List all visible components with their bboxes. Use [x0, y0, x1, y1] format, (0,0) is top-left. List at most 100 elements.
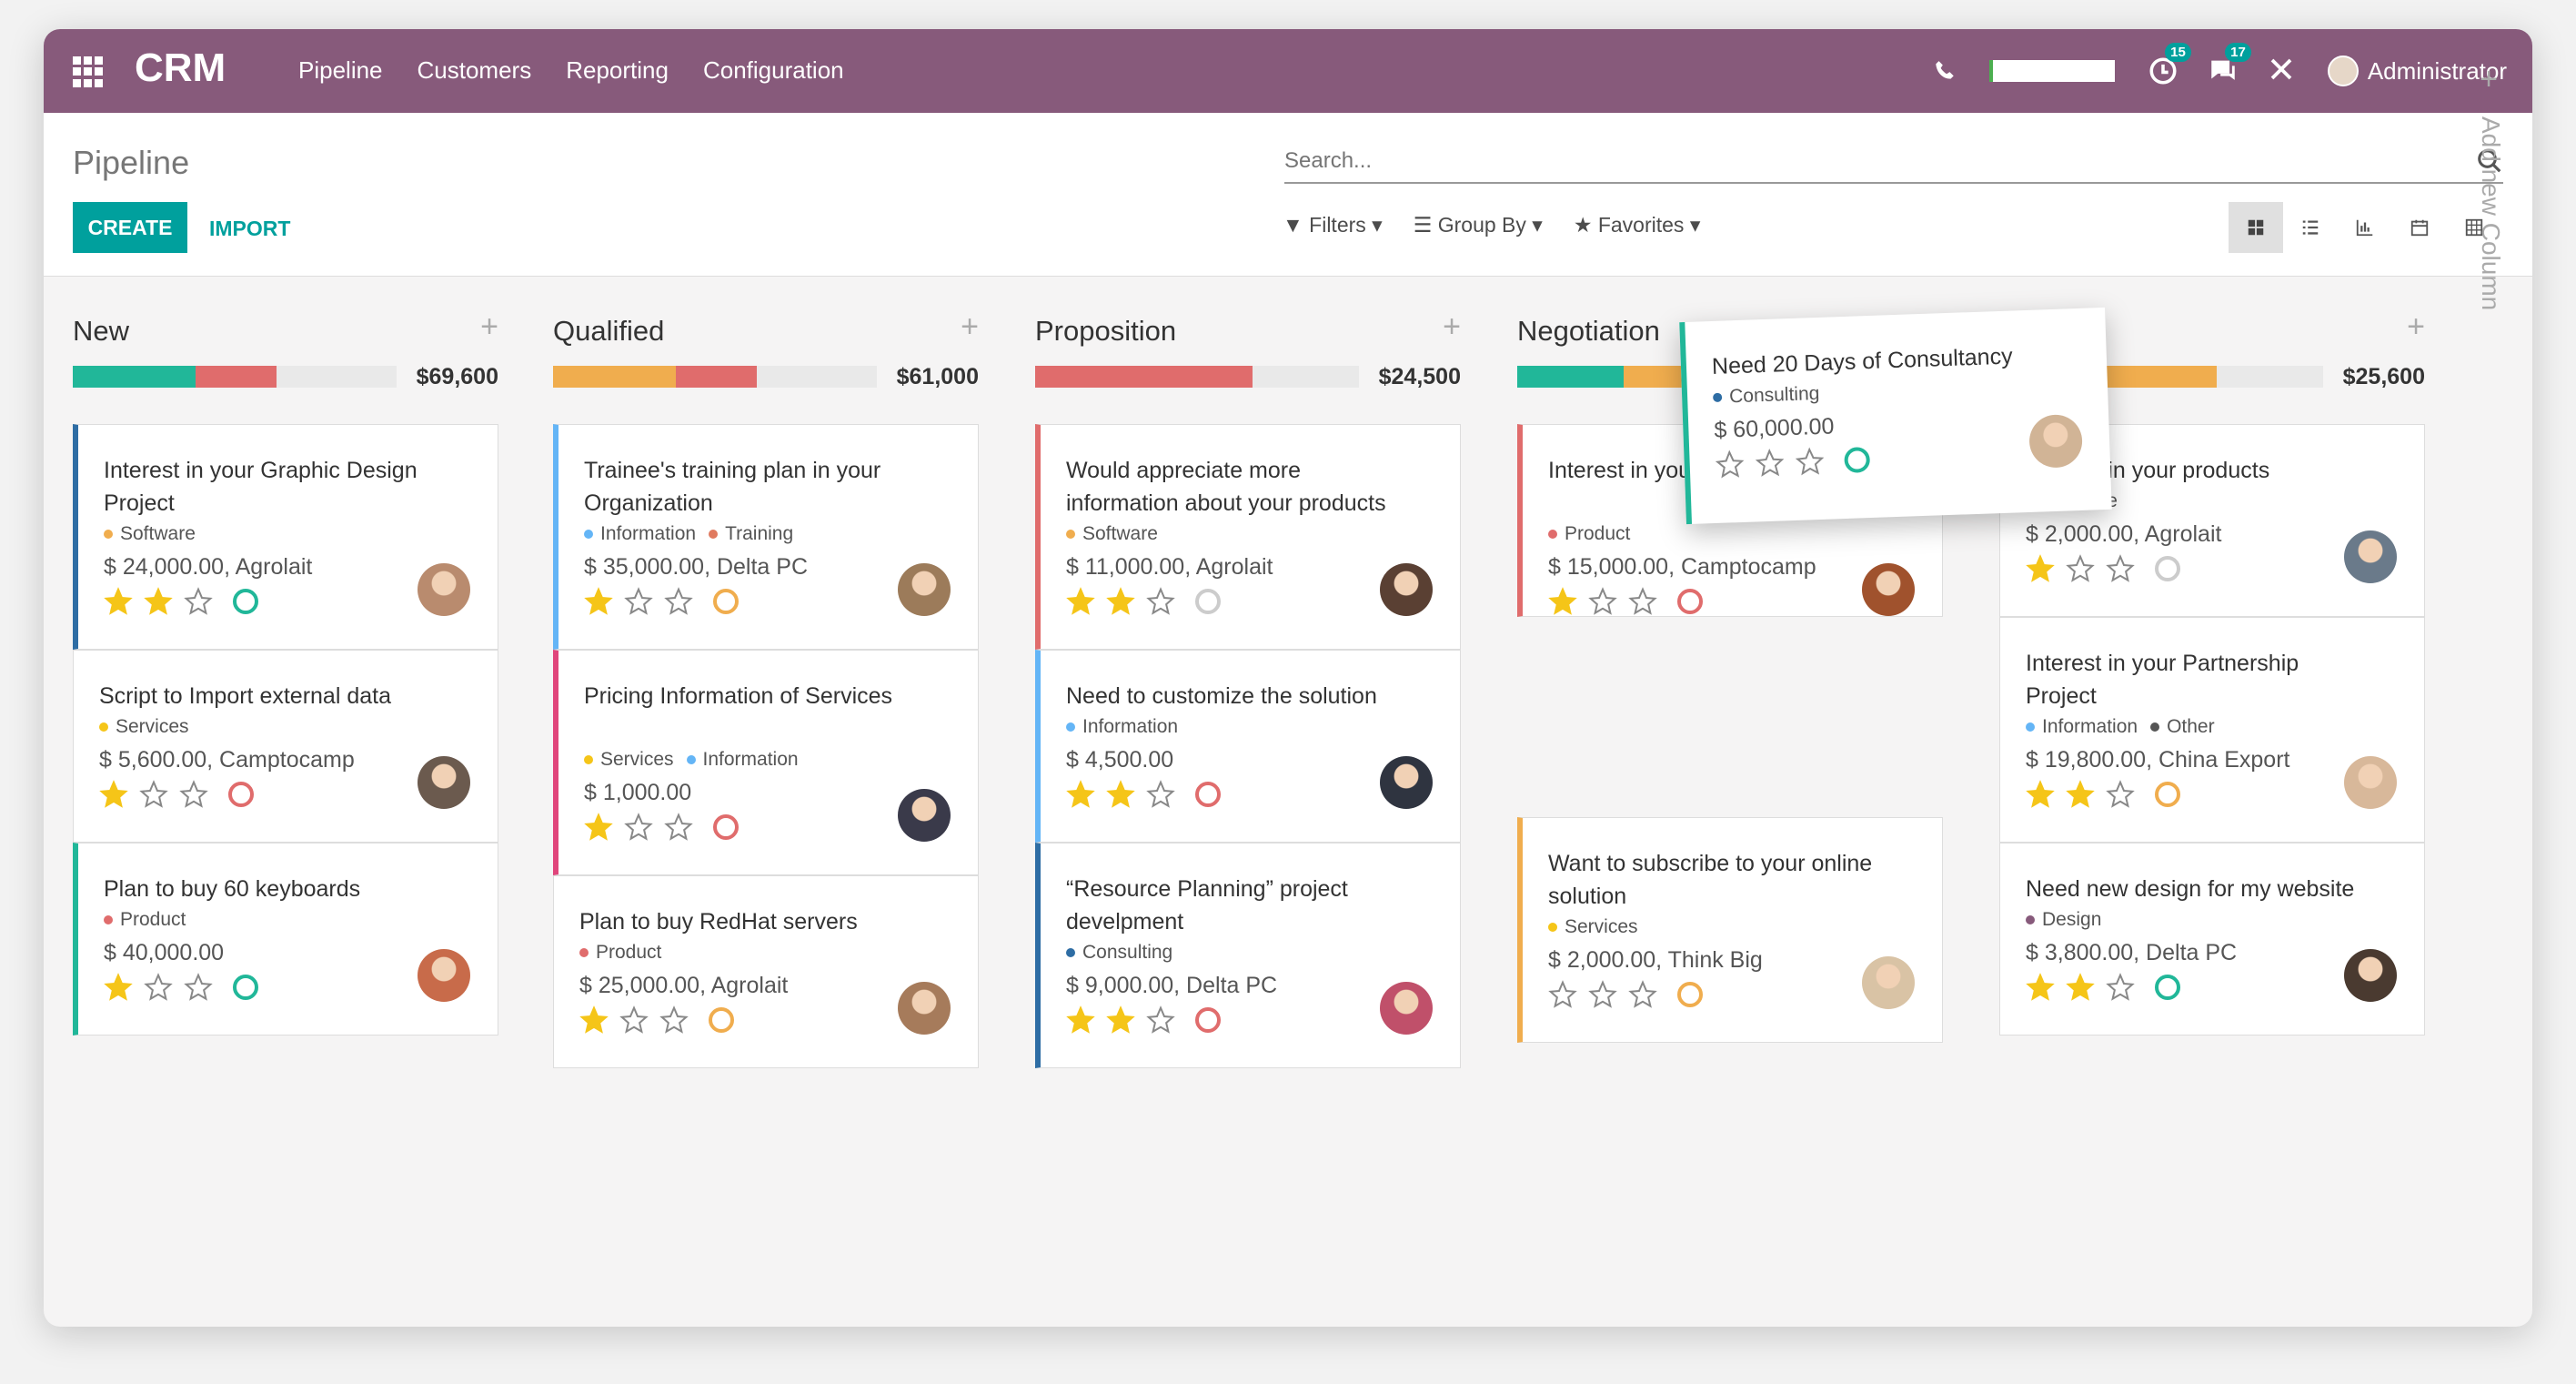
- app-brand[interactable]: CRM: [135, 45, 226, 91]
- add-column-button[interactable]: + Add new Column: [2470, 62, 2507, 335]
- progress-segment[interactable]: [676, 366, 758, 388]
- star-filled-icon[interactable]: [2026, 780, 2055, 809]
- quick-create-icon[interactable]: +: [480, 309, 498, 345]
- star-empty-icon[interactable]: [1628, 587, 1657, 616]
- opportunity-card[interactable]: Need new design for my website Design $ 3,…: [1999, 843, 2425, 1035]
- star-empty-icon[interactable]: [1146, 1005, 1175, 1035]
- activity-clock-icon[interactable]: [2155, 975, 2180, 1000]
- opportunity-card[interactable]: Trainee's training plan in your Organiza…: [553, 424, 979, 650]
- column-title[interactable]: Negotiation: [1517, 315, 1660, 348]
- opportunity-card[interactable]: Need to customize the solution Informatio…: [1035, 650, 1461, 843]
- star-filled-icon[interactable]: [584, 813, 613, 842]
- star-filled-icon[interactable]: [1548, 587, 1577, 616]
- star-filled-icon[interactable]: [144, 587, 173, 616]
- star-empty-icon[interactable]: [624, 587, 653, 616]
- opportunity-card[interactable]: “Resource Planning” project develpment Co…: [1035, 843, 1461, 1068]
- user-avatar[interactable]: [2327, 56, 2359, 86]
- star-empty-icon[interactable]: [1755, 448, 1785, 478]
- quick-create-icon[interactable]: +: [1443, 309, 1461, 345]
- star-empty-icon[interactable]: [624, 813, 653, 842]
- progress-segment[interactable]: [553, 366, 677, 388]
- activity-clock-icon[interactable]: [1195, 589, 1221, 614]
- star-empty-icon[interactable]: [1548, 980, 1577, 1009]
- star-filled-icon[interactable]: [1066, 1005, 1095, 1035]
- star-empty-icon[interactable]: [184, 587, 213, 616]
- star-filled-icon[interactable]: [99, 780, 128, 809]
- list-view-button[interactable]: [2283, 202, 2338, 253]
- progress-segment[interactable]: [1517, 366, 1625, 388]
- column-title[interactable]: Qualified: [553, 315, 664, 348]
- star-empty-icon[interactable]: [664, 813, 693, 842]
- column-progress-bar[interactable]: [73, 366, 397, 388]
- column-progress-bar[interactable]: [1035, 366, 1359, 388]
- star-empty-icon[interactable]: [1715, 450, 1745, 480]
- search-input[interactable]: [1284, 144, 2449, 178]
- progress-segment[interactable]: [1035, 366, 1253, 388]
- star-empty-icon[interactable]: [659, 1005, 689, 1035]
- debug-tools-button[interactable]: [2268, 56, 2299, 86]
- star-filled-icon[interactable]: [584, 587, 613, 616]
- star-empty-icon[interactable]: [1146, 587, 1175, 616]
- star-filled-icon[interactable]: [2026, 554, 2055, 583]
- star-filled-icon[interactable]: [104, 973, 133, 1002]
- star-filled-icon[interactable]: [1066, 780, 1095, 809]
- star-empty-icon[interactable]: [1146, 780, 1175, 809]
- activity-clock-icon[interactable]: [1844, 447, 1871, 473]
- opportunity-card[interactable]: Plan to buy RedHat servers Product $ 25,00…: [553, 875, 979, 1068]
- star-filled-icon[interactable]: [2066, 973, 2095, 1002]
- phone-icon[interactable]: [1933, 59, 1957, 83]
- activity-clock-icon[interactable]: [2155, 556, 2180, 581]
- star-empty-icon[interactable]: [2066, 554, 2095, 583]
- star-empty-icon[interactable]: [664, 587, 693, 616]
- import-button[interactable]: IMPORT: [209, 217, 290, 241]
- progress-segment[interactable]: [2106, 366, 2217, 388]
- opportunity-card[interactable]: Want to subscribe to your online solutio…: [1517, 817, 1943, 1043]
- opportunity-card[interactable]: Interest in your Graphic Design Project S…: [73, 424, 498, 650]
- star-filled-icon[interactable]: [2066, 780, 2095, 809]
- column-title[interactable]: New: [73, 315, 129, 348]
- star-empty-icon[interactable]: [144, 973, 173, 1002]
- star-filled-icon[interactable]: [1106, 780, 1135, 809]
- star-empty-icon[interactable]: [1795, 447, 1825, 477]
- favorites-dropdown[interactable]: ★ Favorites ▾: [1574, 213, 1701, 237]
- activity-clock-icon[interactable]: [1677, 589, 1703, 614]
- menu-item-pipeline[interactable]: Pipeline: [298, 56, 383, 85]
- calendar-view-button[interactable]: [2392, 202, 2447, 253]
- activity-button[interactable]: 15: [2148, 43, 2191, 86]
- filters-dropdown[interactable]: ▼ Filters ▾: [1283, 213, 1383, 237]
- star-filled-icon[interactable]: [104, 587, 133, 616]
- apps-menu-icon[interactable]: [73, 56, 104, 87]
- star-empty-icon[interactable]: [1628, 980, 1657, 1009]
- activity-clock-icon[interactable]: [1195, 1007, 1221, 1033]
- star-empty-icon[interactable]: [2106, 973, 2135, 1002]
- activity-clock-icon[interactable]: [713, 814, 739, 840]
- star-empty-icon[interactable]: [619, 1005, 649, 1035]
- star-empty-icon[interactable]: [184, 973, 213, 1002]
- activity-clock-icon[interactable]: [2155, 782, 2180, 807]
- column-title[interactable]: Proposition: [1035, 315, 1176, 348]
- menu-item-reporting[interactable]: Reporting: [566, 56, 669, 85]
- activity-clock-icon[interactable]: [709, 1007, 734, 1033]
- star-empty-icon[interactable]: [1588, 587, 1617, 616]
- kanban-view-button[interactable]: [2229, 202, 2283, 253]
- star-filled-icon[interactable]: [2026, 973, 2055, 1002]
- quick-create-icon[interactable]: +: [961, 309, 979, 345]
- menu-item-customers[interactable]: Customers: [418, 56, 532, 85]
- star-empty-icon[interactable]: [1588, 980, 1617, 1009]
- groupby-dropdown[interactable]: ☰ Group By ▾: [1414, 213, 1543, 237]
- star-empty-icon[interactable]: [2106, 554, 2135, 583]
- column-progress-bar[interactable]: [553, 366, 877, 388]
- create-button[interactable]: CREATE: [73, 202, 187, 253]
- opportunity-card[interactable]: Script to Import external data Services $ …: [73, 650, 498, 843]
- star-empty-icon[interactable]: [179, 780, 208, 809]
- activity-clock-icon[interactable]: [1677, 982, 1703, 1007]
- opportunity-card[interactable]: Plan to buy 60 keyboards Product $ 40,000.…: [73, 843, 498, 1035]
- activity-clock-icon[interactable]: [1195, 782, 1221, 807]
- progress-segment[interactable]: [73, 366, 196, 388]
- activity-clock-icon[interactable]: [228, 782, 254, 807]
- activity-clock-icon[interactable]: [713, 589, 739, 614]
- graph-view-button[interactable]: [2338, 202, 2392, 253]
- progress-segment[interactable]: [196, 366, 277, 388]
- voip-status-bar[interactable]: [1988, 60, 2115, 82]
- star-filled-icon[interactable]: [1106, 587, 1135, 616]
